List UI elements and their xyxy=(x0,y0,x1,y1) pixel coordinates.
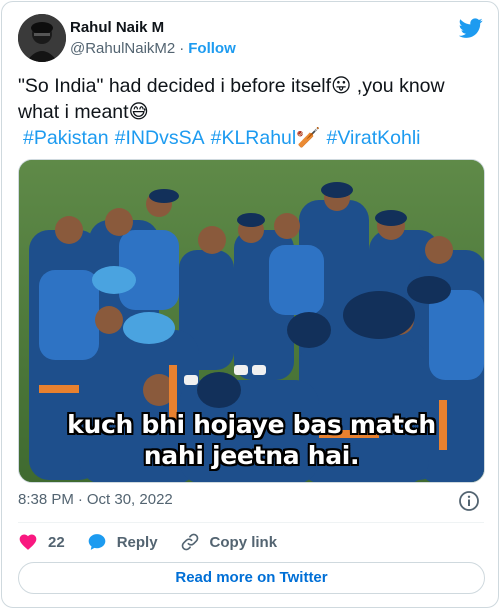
copy-link-label: Copy link xyxy=(209,533,278,551)
meme-caption-line-1: kuch bhi hojaye bas match xyxy=(67,410,436,439)
hashtag-list: #Pakistan #INDvsSA #KLRahul🏏 #ViratKohli xyxy=(18,125,486,151)
author-name[interactable]: Rahul Naik M xyxy=(70,19,164,36)
action-bar: 22 Reply Copy link xyxy=(18,530,299,554)
tweet-text: "So India" had decided i before itself😛 … xyxy=(18,73,486,151)
meme-caption-line-2: nahi jeetna hai. xyxy=(143,441,360,470)
hashtag-klrahul[interactable]: #KLRahul🏏 xyxy=(211,127,321,149)
timestamp-separator: · xyxy=(77,491,83,508)
twitter-bird-icon[interactable] xyxy=(459,16,483,40)
hashtag-pakistan[interactable]: #Pakistan xyxy=(23,127,109,149)
handle-row: @RahulNaikM2 · Follow xyxy=(70,40,236,57)
divider xyxy=(18,522,484,523)
link-icon xyxy=(181,533,198,551)
tweet-timestamp[interactable]: 8:38 PM · Oct 30, 2022 xyxy=(18,491,173,508)
author-handle[interactable]: @RahulNaikM2 xyxy=(70,40,175,57)
tweet-image[interactable]: kuch bhi hojaye bas match nahi jeetna ha… xyxy=(18,159,485,483)
hashtag-indvssa[interactable]: #INDvsSA xyxy=(115,127,205,149)
tweet-text-line-2: what i meant😅 xyxy=(18,101,149,123)
avatar[interactable] xyxy=(18,14,66,62)
tweet-time: 8:38 PM xyxy=(18,491,74,508)
like-count: 22 xyxy=(48,533,65,551)
tweet-date: Oct 30, 2022 xyxy=(86,491,173,508)
speech-bubble-icon xyxy=(88,534,106,550)
reply-button[interactable]: Reply xyxy=(87,532,158,552)
hashtag-viratkohli[interactable]: #ViratKohli xyxy=(327,127,421,149)
follow-button[interactable]: Follow xyxy=(188,40,236,57)
tweet-card: Rahul Naik M @RahulNaikM2 · Follow "So Ind… xyxy=(1,1,499,608)
tweet-text-line-1: "So India" had decided i before itself😛 … xyxy=(18,75,445,97)
like-button[interactable]: 22 xyxy=(18,532,65,552)
reply-label: Reply xyxy=(116,533,158,551)
handle-separator: · xyxy=(179,40,185,57)
read-more-button[interactable]: Read more on Twitter xyxy=(18,562,485,594)
copy-link-button[interactable]: Copy link xyxy=(180,532,278,552)
info-icon[interactable] xyxy=(458,490,480,512)
heart-icon xyxy=(19,534,37,550)
